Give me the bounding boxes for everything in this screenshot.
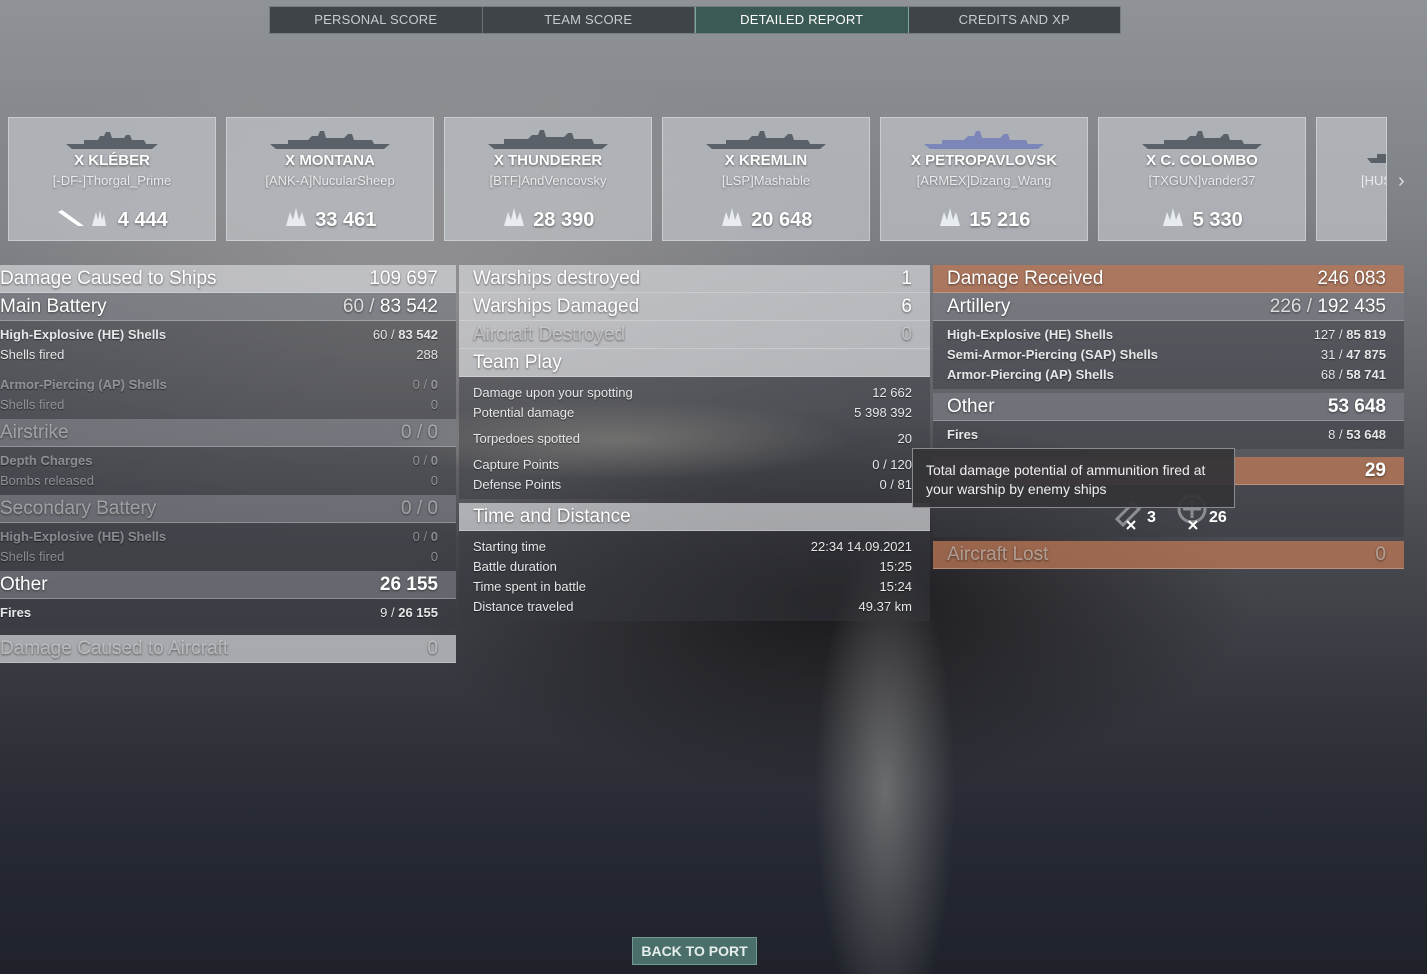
torpedo-hit-count: 3 <box>1147 509 1156 526</box>
damage-received-panel: Damage Received 246 083 Artillery 226 / 19… <box>933 265 1404 569</box>
damage-burst-icon <box>503 208 524 226</box>
player-score: 28 390 <box>445 206 651 232</box>
stat-row: Fires 8 / 53 648 <box>947 427 1386 442</box>
other-details: Fires 9 / 26 155 <box>0 599 456 627</box>
performance-panel: Warships destroyed 1 Warships Damaged 6 Ai… <box>459 265 930 621</box>
team-play-details: Damage upon your spotting 12 662 Potentia… <box>459 377 930 499</box>
player-score: 20 648 <box>663 206 869 232</box>
ship-card[interactable]: X PETROPAVLOVSK [ARMEX]Dizang_Wang 15 21… <box>880 117 1088 241</box>
player-name: [BTF]AndVencovsky <box>489 173 607 188</box>
damage-burst-icon <box>285 208 306 226</box>
shell-hit-count: 26 <box>1209 509 1227 526</box>
ship-silhouette-icon <box>1142 131 1262 149</box>
stat-row: Time spent in battle 15:24 <box>473 579 912 594</box>
stat-row: Semi-Armor-Piercing (SAP) Shells 31 / 47 … <box>947 347 1386 362</box>
player-name: [HUS <box>1361 173 1386 188</box>
airstrike-header: Airstrike 0 / 0 <box>0 419 456 447</box>
ship-silhouette-icon <box>270 131 390 149</box>
team-play-header: Team Play <box>459 349 930 377</box>
ship-silhouette-icon <box>66 132 158 149</box>
warships-destroyed-header: Warships destroyed 1 <box>459 265 930 293</box>
stat-row: Starting time 22:34 14.09.2021 <box>473 539 912 554</box>
main-battery-header: Main Battery 60 / 83 542 <box>0 293 456 321</box>
stat-row: Armor-Piercing (AP) Shells 0 / 0 <box>0 377 438 392</box>
stat-row: Distance traveled 49.37 km <box>473 599 912 614</box>
player-name: [ARMEX]Dizang_Wang <box>916 173 1052 188</box>
player-name: [LSP]Mashable <box>721 173 811 188</box>
back-to-port-button[interactable]: BACK TO PORT <box>632 937 757 965</box>
other-received-header: Other 53 648 <box>933 393 1404 421</box>
damage-burst-icon <box>1163 208 1184 226</box>
stat-row: High-Explosive (HE) Shells 0 / 0 <box>0 529 438 544</box>
aircraft-destroyed-header: Aircraft Destroyed 0 <box>459 321 930 349</box>
ship-card[interactable]: X THUNDERER [BTF]AndVencovsky 28 390 <box>444 117 652 241</box>
secondary-battery-details: High-Explosive (HE) Shells 0 / 0 Shells f… <box>0 523 456 571</box>
damage-caused-panel: Damage Caused to Ships 109 697 Main Batte… <box>0 265 456 663</box>
ship-card[interactable]: X KLÉBER [-DF-]Thorgal_Prime 4 444 <box>8 117 216 241</box>
tab-team-score[interactable]: TEAM SCORE <box>483 7 695 33</box>
player-score: 15 216 <box>881 206 1087 232</box>
tab-detailed-report[interactable]: DETAILED REPORT <box>695 7 909 33</box>
secondary-battery-header: Secondary Battery 0 / 0 <box>0 495 456 523</box>
player-score: 4 444 <box>9 206 215 232</box>
ship-card[interactable]: X MONTANA [ANK-A]NucularSheep 33 461 <box>226 117 434 241</box>
stat-row: Defense Points 0 / 81 <box>473 477 912 492</box>
ship-card[interactable]: [HUS <box>1316 117 1387 241</box>
ship-name: X KLÉBER <box>74 152 150 169</box>
warships-damaged-header: Warships Damaged 6 <box>459 293 930 321</box>
ship-silhouette-icon <box>488 130 608 149</box>
ship-silhouette-icon <box>924 131 1044 149</box>
player-name: [ANK-A]NucularSheep <box>265 173 395 188</box>
stat-row: Bombs released 0 <box>0 473 438 488</box>
stat-row: Fires 9 / 26 155 <box>0 605 438 620</box>
stat-row: Shells fired 288 <box>0 347 438 362</box>
player-score: 5 330 <box>1099 206 1305 232</box>
stat-row: Potential damage 5 398 392 <box>473 405 912 420</box>
stat-row: Capture Points 0 / 120 <box>473 457 912 472</box>
player-name: [-DF-]Thorgal_Prime <box>52 173 172 188</box>
ship-name: X MONTANA <box>285 152 375 169</box>
tab-personal-score[interactable]: PERSONAL SCORE <box>270 7 483 33</box>
aircraft-lost-header: Aircraft Lost 0 <box>933 541 1404 569</box>
stat-row: High-Explosive (HE) Shells 60 / 83 542 <box>0 327 438 342</box>
damage-burst-icon <box>939 208 960 226</box>
tab-credits-xp[interactable]: CREDITS AND XP <box>909 7 1121 33</box>
ship-silhouette-icon <box>1367 154 1386 163</box>
stat-row: Damage upon your spotting 12 662 <box>473 385 912 400</box>
stat-row: Depth Charges 0 / 0 <box>0 453 438 468</box>
ship-card[interactable]: X C. COLOMBO [TXGUN]vander37 5 330 <box>1098 117 1306 241</box>
ship-name: X KREMLIN <box>724 152 808 169</box>
stat-row: Torpedoes spotted 20 <box>473 431 912 446</box>
time-distance-details: Starting time 22:34 14.09.2021 Battle dur… <box>459 531 930 621</box>
stat-row: Shells fired 0 <box>0 549 438 564</box>
main-battery-details: High-Explosive (HE) Shells 60 / 83 542 Sh… <box>0 321 456 419</box>
ship-name: X THUNDERER <box>493 152 603 169</box>
other-header: Other 26 155 <box>0 571 456 599</box>
result-tabs: PERSONAL SCORE TEAM SCORE DETAILED REPOR… <box>269 6 1121 34</box>
damage-caused-aircraft-header: Damage Caused to Aircraft 0 <box>0 635 456 663</box>
other-received-details: Fires 8 / 53 648 <box>933 421 1404 449</box>
stat-row: High-Explosive (HE) Shells 127 / 85 819 <box>947 327 1386 342</box>
time-distance-header: Time and Distance <box>459 503 930 531</box>
ship-card[interactable]: X KREMLIN [LSP]Mashable 20 648 <box>662 117 870 241</box>
artillery-header: Artillery 226 / 192 435 <box>933 293 1404 321</box>
ship-silhouette-icon <box>706 131 826 149</box>
player-score: 33 461 <box>227 206 433 232</box>
ship-sunk-icon <box>58 210 107 226</box>
chevron-right-icon[interactable]: › <box>1398 170 1405 193</box>
artillery-details: High-Explosive (HE) Shells 127 / 85 819 S… <box>933 321 1404 389</box>
player-name: [TXGUN]vander37 <box>1148 173 1256 188</box>
ship-name: X C. COLOMBO <box>1146 152 1258 169</box>
ship-name: X PETROPAVLOVSK <box>910 152 1058 169</box>
stat-row: Armor-Piercing (AP) Shells 68 / 58 741 <box>947 367 1386 382</box>
damage-received-header: Damage Received 246 083 <box>933 265 1404 293</box>
stat-row: Shells fired 0 <box>0 397 438 412</box>
potential-damage-tooltip: Total damage potential of ammunition fir… <box>912 448 1235 508</box>
damage-burst-icon <box>721 208 742 226</box>
damage-caused-ships-header: Damage Caused to Ships 109 697 <box>0 265 456 293</box>
stat-row: Battle duration 15:25 <box>473 559 912 574</box>
airstrike-details: Depth Charges 0 / 0 Bombs released 0 <box>0 447 456 495</box>
